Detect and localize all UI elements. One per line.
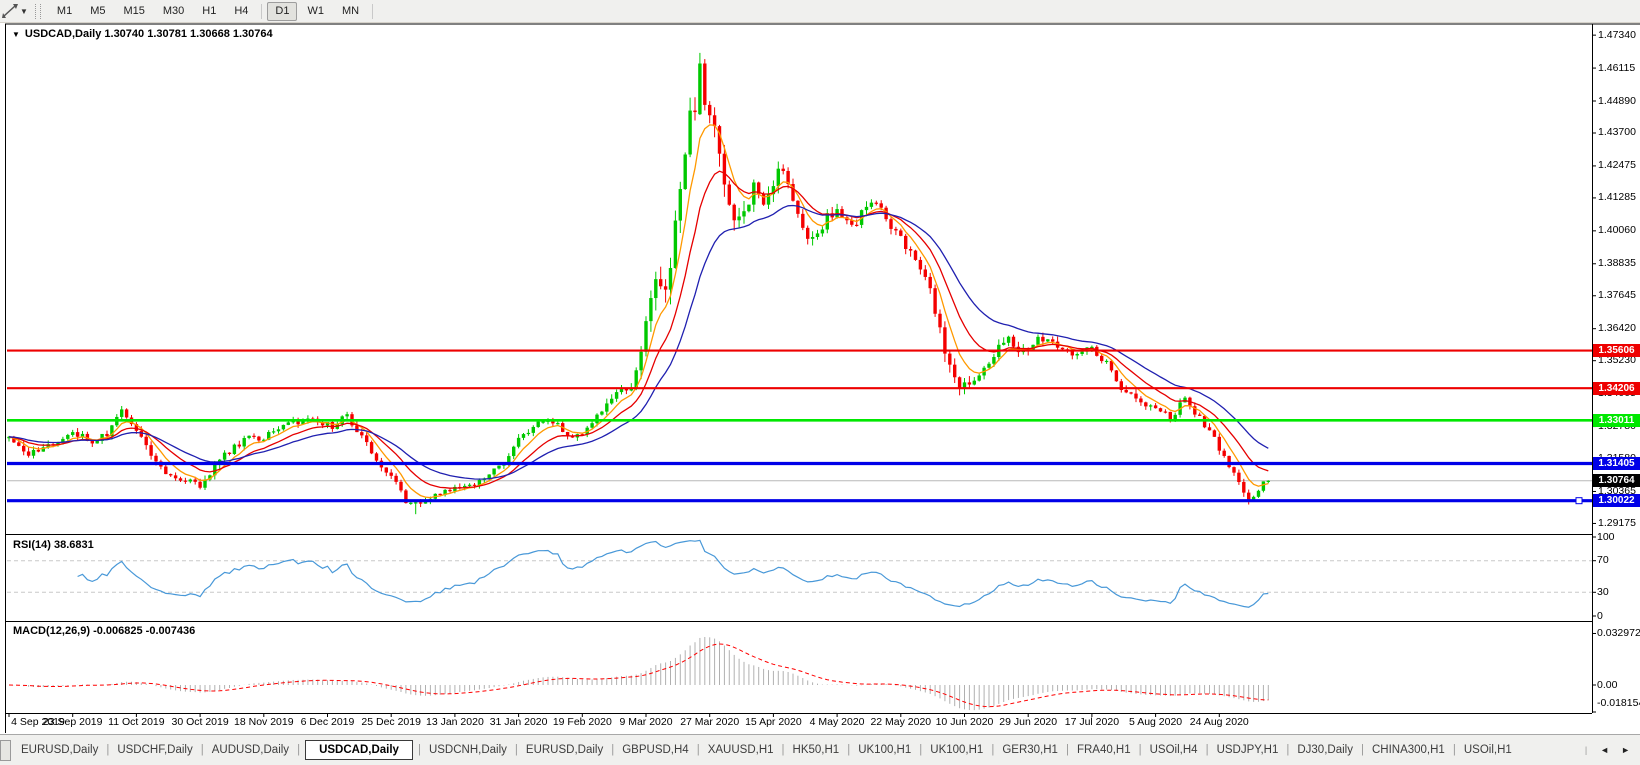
tab-separator: | [781,744,785,756]
price-axis-tick: 1.44890 [1598,94,1636,107]
price-axis-tick: 1.46115 [1598,61,1636,74]
tab-dj30-daily[interactable]: DJ30,Daily [1290,742,1360,758]
tab-usdchf-daily[interactable]: USDCHF,Daily [110,742,199,758]
price-axis-tick: 1.36420 [1598,322,1636,335]
rsi-label: RSI(14) 38.6831 [13,539,94,551]
tab-separator: | [297,744,301,756]
tab-separator: | [1286,744,1290,756]
tab-eurusd-daily[interactable]: EURUSD,Daily [14,742,105,758]
tab-separator: | [1452,744,1456,756]
scroll-left-arrow-icon[interactable]: ◄ [1600,745,1609,755]
rsi-axis-tick: 0 [1597,609,1603,622]
price-axis-tick: 1.43700 [1598,126,1636,139]
tab-separator: | [514,744,518,756]
tab-eurusd-daily[interactable]: EURUSD,Daily [519,742,610,758]
tab-usdcad-daily[interactable]: USDCAD,Daily [305,740,413,760]
tab-usoil-h4[interactable]: USOil,H4 [1143,742,1205,758]
tab-separator: | [1584,745,1588,755]
tab-fra40-h1[interactable]: FRA40,H1 [1070,742,1138,758]
price-axis-tick: 1.37645 [1598,289,1636,302]
legend-high: 1.30781 [147,28,187,40]
rsi-axis-tick: 100 [1597,530,1615,543]
tab-ger30-h1[interactable]: GER30,H1 [995,742,1065,758]
tab-uk100-h1[interactable]: UK100,H1 [923,742,990,758]
tab-separator: | [1360,744,1364,756]
price-level-tag-1.33011: 1.33011 [1593,413,1640,427]
rsi-line [77,539,1269,608]
price-axis-tick: 1.41285 [1598,191,1636,204]
macd-label: MACD(12,26,9) -0.006825 -0.007436 [13,625,196,637]
macd-histogram [13,637,1269,711]
tab-uk100-h1[interactable]: UK100,H1 [851,742,918,758]
tab-separator: | [1065,744,1069,756]
tab-scroll-controls: | ◄ ► [1574,745,1640,755]
symbol-tab-bar: EURUSD,Daily | USDCHF,Daily | AUDUSD,Daily | U… [0,734,1640,765]
tab-separator: | [919,744,923,756]
price-axis-tick: 1.42475 [1598,159,1636,172]
tab-usoil-h1[interactable]: USOil,H1 [1457,742,1519,758]
partial-tab-stub[interactable] [0,739,11,761]
date-axis-label: 24 Aug 2020 [1189,716,1249,728]
candles-layer [7,52,1270,515]
tab-separator: | [611,744,615,756]
tab-usdjpy-h1[interactable]: USDJPY,H1 [1210,742,1286,758]
tab-usdcnh-daily[interactable]: USDCNH,Daily [422,742,514,758]
tab-china300-h1[interactable]: CHINA300,H1 [1365,742,1452,758]
tab-separator: | [847,744,851,756]
one-click-trading-icon[interactable]: ▼ [12,30,20,39]
tab-xauusd-h1[interactable]: XAUUSD,H1 [701,742,781,758]
price-axis-tick: 1.47340 [1598,28,1636,41]
current-price-tag: 1.30764 [1593,474,1640,488]
price-axis-tick: 1.29175 [1598,516,1636,529]
tab-audusd-daily[interactable]: AUDUSD,Daily [205,742,296,758]
ma-ema13-line [8,170,1269,489]
price-level-tag-1.35606: 1.35606 [1593,344,1640,358]
tab-separator: | [106,744,110,756]
price-level-tag-1.34206: 1.34206 [1593,381,1640,395]
macd-axis-tick: 0.032972 [1597,626,1640,639]
price-level-tag-1.30022: 1.30022 [1593,494,1640,508]
legend-symbol: USDCAD,Daily [24,28,102,40]
chart-legend: ▼ USDCAD,Daily 1.30740 1.30781 1.30668 1… [12,28,273,40]
ma-ema6-line [8,124,1269,499]
rsi-axis-tick: 70 [1597,554,1609,567]
ma-ema25-line [8,204,1269,480]
tab-gbpusd-h4[interactable]: GBPUSD,H4 [615,742,695,758]
tab-separator: | [696,744,700,756]
tab-separator: | [200,744,204,756]
tab-separator: | [1138,744,1142,756]
legend-open: 1.30740 [104,28,145,40]
price-axis-tick: 1.40060 [1598,224,1636,237]
price-level-tag-1.31405: 1.31405 [1593,457,1640,470]
legend-low: 1.30668 [190,28,230,40]
macd-axis-tick: 0.00 [1597,678,1618,691]
price-axis-tick: 1.38835 [1598,257,1636,270]
chart-canvas[interactable] [0,0,1640,765]
scroll-right-arrow-icon[interactable]: ► [1621,745,1630,755]
legend-close: 1.30764 [232,28,273,40]
macd-axis-tick: -0.018154 [1597,696,1640,709]
macd-signal-line [8,643,1269,708]
tab-separator: | [1205,744,1209,756]
rsi-axis-tick: 30 [1597,585,1609,598]
tab-separator: | [417,744,421,756]
line-endpoint-handle [1575,497,1583,505]
tab-hk50-h1[interactable]: HK50,H1 [786,742,847,758]
tab-separator: | [991,744,995,756]
